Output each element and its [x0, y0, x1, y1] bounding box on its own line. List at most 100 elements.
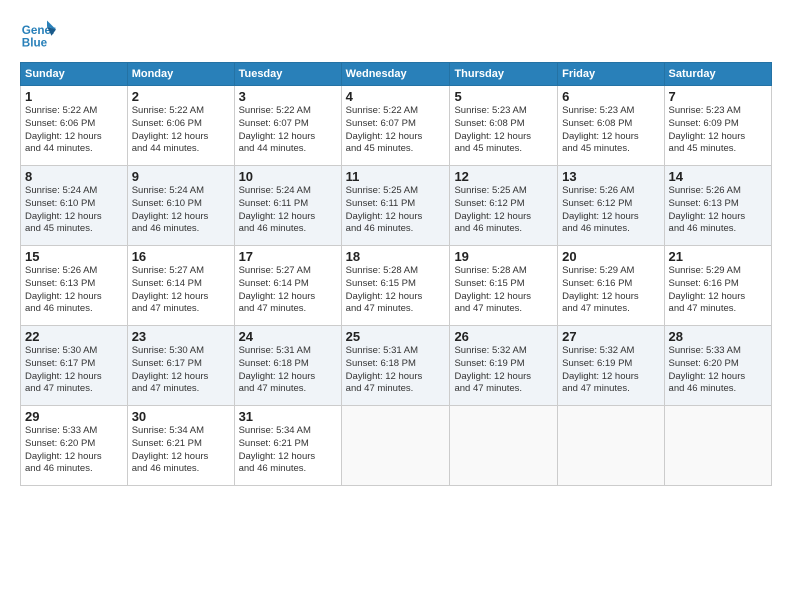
day-number: 25 [346, 329, 446, 344]
calendar-cell: 28 Sunrise: 5:33 AM Sunset: 6:20 PM Dayl… [664, 326, 771, 406]
logo: General Blue [20, 16, 60, 52]
day-info: Sunrise: 5:34 AM Sunset: 6:21 PM Dayligh… [132, 425, 230, 476]
day-info: Sunrise: 5:26 AM Sunset: 6:13 PM Dayligh… [25, 265, 123, 316]
calendar-cell: 4 Sunrise: 5:22 AM Sunset: 6:07 PM Dayli… [341, 86, 450, 166]
calendar-cell: 20 Sunrise: 5:29 AM Sunset: 6:16 PM Dayl… [558, 246, 664, 326]
calendar-cell: 11 Sunrise: 5:25 AM Sunset: 6:11 PM Dayl… [341, 166, 450, 246]
calendar-cell: 15 Sunrise: 5:26 AM Sunset: 6:13 PM Dayl… [21, 246, 128, 326]
calendar-cell: 8 Sunrise: 5:24 AM Sunset: 6:10 PM Dayli… [21, 166, 128, 246]
calendar-cell: 31 Sunrise: 5:34 AM Sunset: 6:21 PM Dayl… [234, 406, 341, 486]
day-info: Sunrise: 5:24 AM Sunset: 6:10 PM Dayligh… [25, 185, 123, 236]
day-info: Sunrise: 5:27 AM Sunset: 6:14 PM Dayligh… [239, 265, 337, 316]
day-number: 24 [239, 329, 337, 344]
calendar-cell [341, 406, 450, 486]
day-number: 14 [669, 169, 767, 184]
day-info: Sunrise: 5:22 AM Sunset: 6:07 PM Dayligh… [239, 105, 337, 156]
calendar-cell: 16 Sunrise: 5:27 AM Sunset: 6:14 PM Dayl… [127, 246, 234, 326]
day-number: 26 [454, 329, 553, 344]
day-info: Sunrise: 5:24 AM Sunset: 6:11 PM Dayligh… [239, 185, 337, 236]
day-info: Sunrise: 5:28 AM Sunset: 6:15 PM Dayligh… [454, 265, 553, 316]
day-number: 23 [132, 329, 230, 344]
day-info: Sunrise: 5:30 AM Sunset: 6:17 PM Dayligh… [25, 345, 123, 396]
calendar-cell: 6 Sunrise: 5:23 AM Sunset: 6:08 PM Dayli… [558, 86, 664, 166]
day-number: 29 [25, 409, 123, 424]
day-info: Sunrise: 5:25 AM Sunset: 6:11 PM Dayligh… [346, 185, 446, 236]
day-info: Sunrise: 5:26 AM Sunset: 6:13 PM Dayligh… [669, 185, 767, 236]
calendar-cell: 10 Sunrise: 5:24 AM Sunset: 6:11 PM Dayl… [234, 166, 341, 246]
day-info: Sunrise: 5:22 AM Sunset: 6:07 PM Dayligh… [346, 105, 446, 156]
weekday-header-tuesday: Tuesday [234, 63, 341, 86]
calendar-cell: 7 Sunrise: 5:23 AM Sunset: 6:09 PM Dayli… [664, 86, 771, 166]
weekday-header-thursday: Thursday [450, 63, 558, 86]
day-number: 17 [239, 249, 337, 264]
calendar-cell: 23 Sunrise: 5:30 AM Sunset: 6:17 PM Dayl… [127, 326, 234, 406]
day-info: Sunrise: 5:22 AM Sunset: 6:06 PM Dayligh… [132, 105, 230, 156]
calendar-cell: 26 Sunrise: 5:32 AM Sunset: 6:19 PM Dayl… [450, 326, 558, 406]
day-number: 5 [454, 89, 553, 104]
calendar-cell: 17 Sunrise: 5:27 AM Sunset: 6:14 PM Dayl… [234, 246, 341, 326]
day-info: Sunrise: 5:23 AM Sunset: 6:08 PM Dayligh… [562, 105, 659, 156]
day-info: Sunrise: 5:32 AM Sunset: 6:19 PM Dayligh… [562, 345, 659, 396]
day-info: Sunrise: 5:24 AM Sunset: 6:10 PM Dayligh… [132, 185, 230, 236]
calendar-cell: 21 Sunrise: 5:29 AM Sunset: 6:16 PM Dayl… [664, 246, 771, 326]
day-number: 1 [25, 89, 123, 104]
day-number: 28 [669, 329, 767, 344]
day-info: Sunrise: 5:29 AM Sunset: 6:16 PM Dayligh… [669, 265, 767, 316]
calendar-cell: 25 Sunrise: 5:31 AM Sunset: 6:18 PM Dayl… [341, 326, 450, 406]
day-number: 13 [562, 169, 659, 184]
day-info: Sunrise: 5:27 AM Sunset: 6:14 PM Dayligh… [132, 265, 230, 316]
header: General Blue [20, 16, 772, 52]
day-number: 10 [239, 169, 337, 184]
day-number: 2 [132, 89, 230, 104]
day-number: 9 [132, 169, 230, 184]
day-number: 11 [346, 169, 446, 184]
day-number: 31 [239, 409, 337, 424]
weekday-header-wednesday: Wednesday [341, 63, 450, 86]
page: General Blue SundayMondayTuesdayWednesda… [0, 0, 792, 612]
day-number: 30 [132, 409, 230, 424]
day-info: Sunrise: 5:33 AM Sunset: 6:20 PM Dayligh… [25, 425, 123, 476]
day-info: Sunrise: 5:28 AM Sunset: 6:15 PM Dayligh… [346, 265, 446, 316]
logo-icon: General Blue [20, 16, 56, 52]
day-number: 12 [454, 169, 553, 184]
calendar-cell: 27 Sunrise: 5:32 AM Sunset: 6:19 PM Dayl… [558, 326, 664, 406]
calendar-cell: 18 Sunrise: 5:28 AM Sunset: 6:15 PM Dayl… [341, 246, 450, 326]
day-info: Sunrise: 5:31 AM Sunset: 6:18 PM Dayligh… [239, 345, 337, 396]
day-number: 20 [562, 249, 659, 264]
calendar-cell: 14 Sunrise: 5:26 AM Sunset: 6:13 PM Dayl… [664, 166, 771, 246]
day-number: 18 [346, 249, 446, 264]
weekday-header-monday: Monday [127, 63, 234, 86]
day-info: Sunrise: 5:23 AM Sunset: 6:08 PM Dayligh… [454, 105, 553, 156]
day-number: 8 [25, 169, 123, 184]
day-number: 27 [562, 329, 659, 344]
day-number: 7 [669, 89, 767, 104]
calendar-cell: 29 Sunrise: 5:33 AM Sunset: 6:20 PM Dayl… [21, 406, 128, 486]
calendar-cell [664, 406, 771, 486]
svg-text:Blue: Blue [22, 37, 48, 50]
day-number: 4 [346, 89, 446, 104]
day-info: Sunrise: 5:31 AM Sunset: 6:18 PM Dayligh… [346, 345, 446, 396]
calendar-cell: 9 Sunrise: 5:24 AM Sunset: 6:10 PM Dayli… [127, 166, 234, 246]
day-info: Sunrise: 5:34 AM Sunset: 6:21 PM Dayligh… [239, 425, 337, 476]
calendar-cell [450, 406, 558, 486]
day-number: 19 [454, 249, 553, 264]
weekday-header-friday: Friday [558, 63, 664, 86]
day-number: 3 [239, 89, 337, 104]
calendar-cell: 12 Sunrise: 5:25 AM Sunset: 6:12 PM Dayl… [450, 166, 558, 246]
day-number: 6 [562, 89, 659, 104]
day-info: Sunrise: 5:26 AM Sunset: 6:12 PM Dayligh… [562, 185, 659, 236]
weekday-header-saturday: Saturday [664, 63, 771, 86]
calendar-cell: 24 Sunrise: 5:31 AM Sunset: 6:18 PM Dayl… [234, 326, 341, 406]
day-number: 22 [25, 329, 123, 344]
day-info: Sunrise: 5:23 AM Sunset: 6:09 PM Dayligh… [669, 105, 767, 156]
day-info: Sunrise: 5:25 AM Sunset: 6:12 PM Dayligh… [454, 185, 553, 236]
day-info: Sunrise: 5:29 AM Sunset: 6:16 PM Dayligh… [562, 265, 659, 316]
calendar-cell [558, 406, 664, 486]
day-number: 21 [669, 249, 767, 264]
day-info: Sunrise: 5:30 AM Sunset: 6:17 PM Dayligh… [132, 345, 230, 396]
day-info: Sunrise: 5:22 AM Sunset: 6:06 PM Dayligh… [25, 105, 123, 156]
weekday-header-sunday: Sunday [21, 63, 128, 86]
calendar-cell: 3 Sunrise: 5:22 AM Sunset: 6:07 PM Dayli… [234, 86, 341, 166]
calendar-table: SundayMondayTuesdayWednesdayThursdayFrid… [20, 62, 772, 486]
calendar-cell: 22 Sunrise: 5:30 AM Sunset: 6:17 PM Dayl… [21, 326, 128, 406]
